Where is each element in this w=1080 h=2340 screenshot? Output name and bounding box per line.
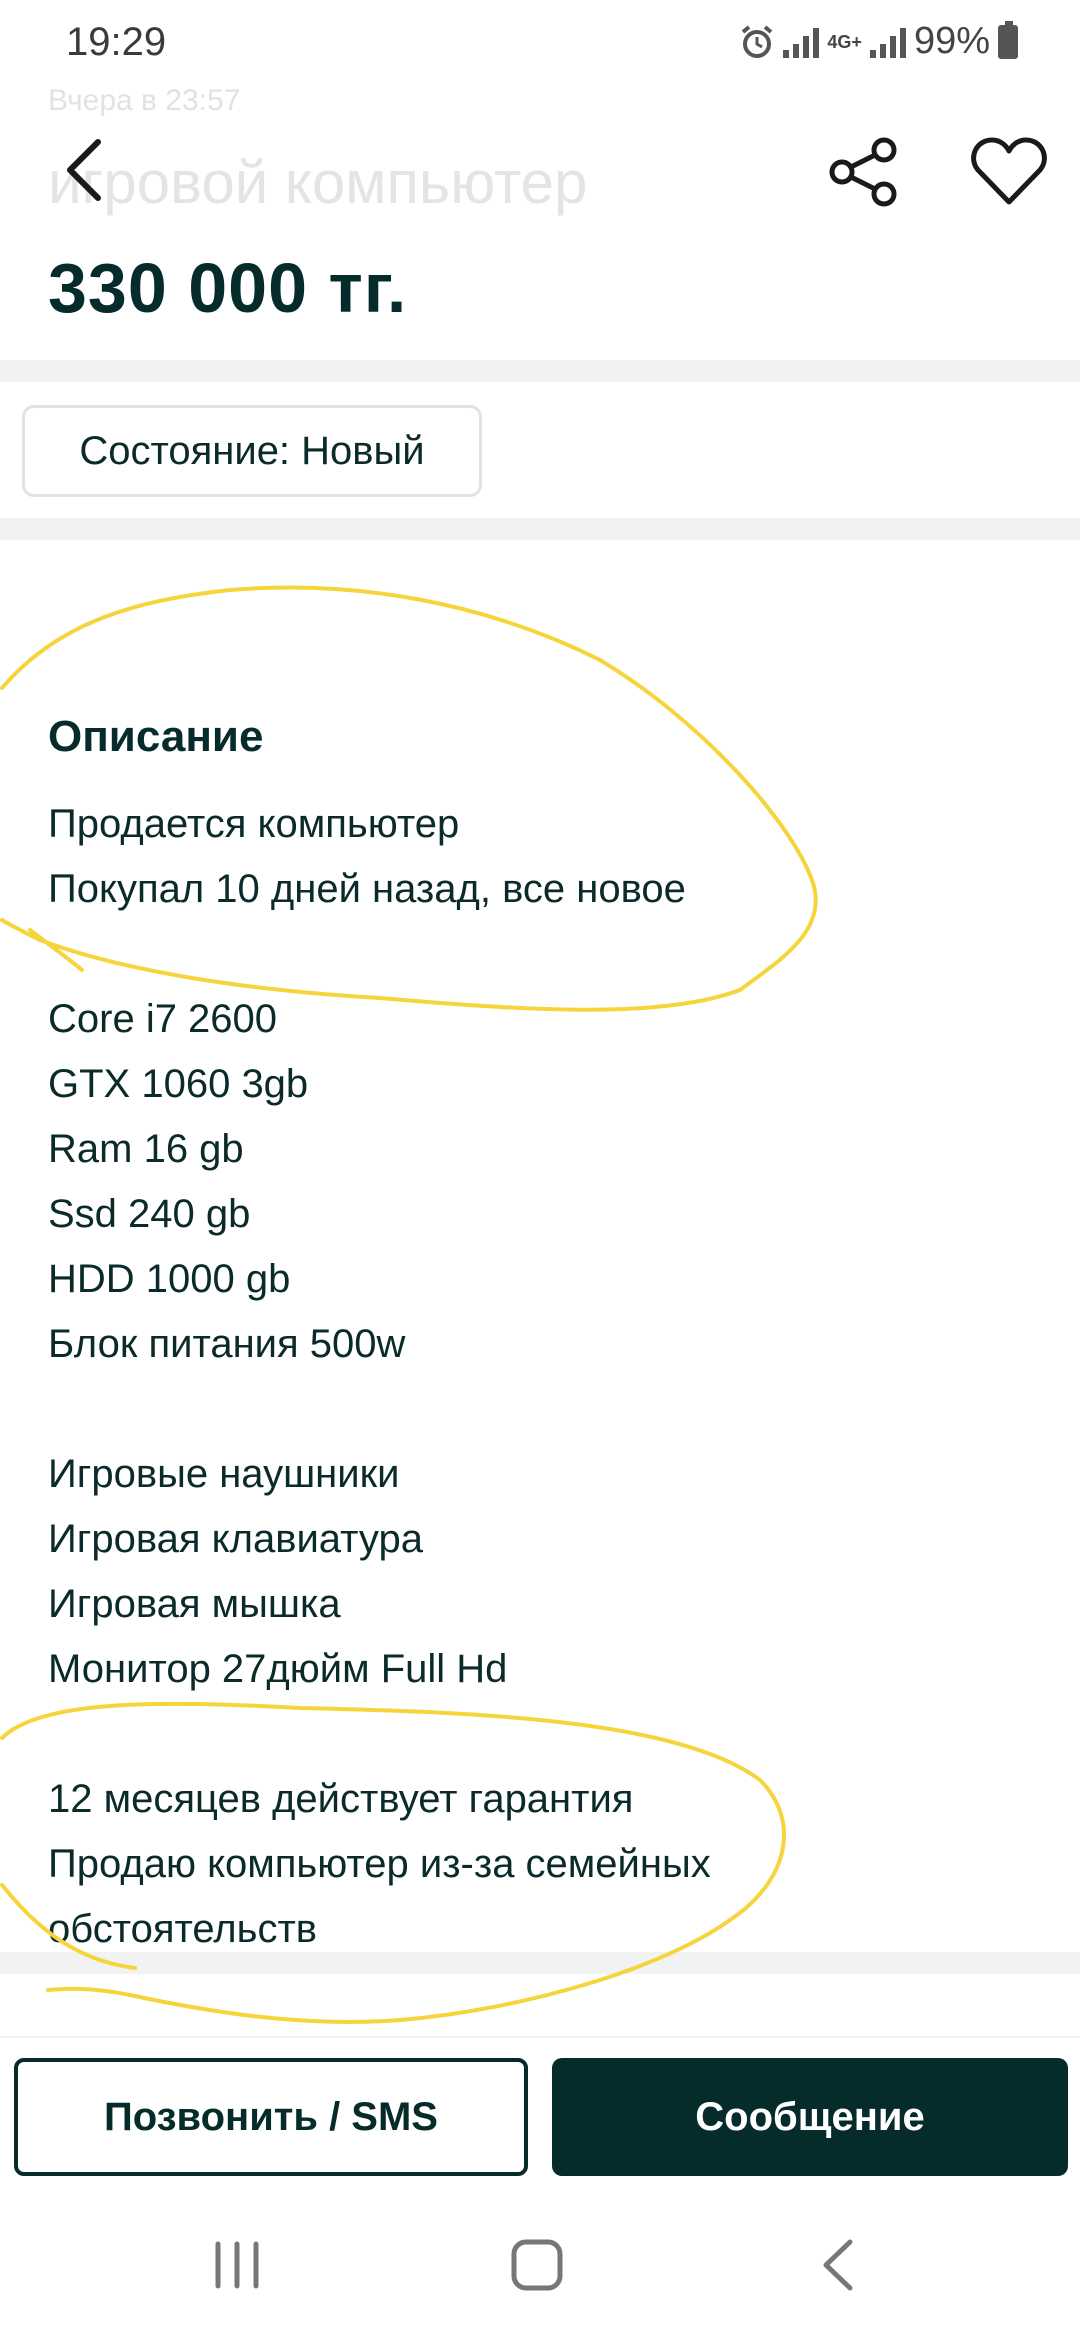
listing-date: Вчера в 23:57 xyxy=(48,84,241,117)
description-line: Игровая мышка xyxy=(48,1582,341,1626)
battery-icon xyxy=(998,20,1018,59)
home-icon[interactable] xyxy=(510,2238,564,2292)
description-line xyxy=(48,1377,1028,1442)
description-line: GTX 1060 3gb xyxy=(48,1062,309,1106)
listing-title: игровой компьютер xyxy=(48,149,588,216)
network-type: 4G+ xyxy=(827,31,862,52)
description-line xyxy=(48,922,1028,987)
description-title: Описание xyxy=(48,712,264,761)
status-bar: 19:29 4G+ 99% xyxy=(0,0,1080,84)
alarm-icon xyxy=(742,24,773,58)
description-line: Продается компьютер xyxy=(48,802,460,846)
status-icons: 4G+ 99% xyxy=(739,20,1018,63)
call-sms-button[interactable]: Позвонить / SMS xyxy=(14,2058,528,2176)
divider xyxy=(0,518,1080,540)
signal-icon xyxy=(783,26,820,58)
recent-apps-icon[interactable] xyxy=(212,2240,262,2290)
divider xyxy=(0,1952,1080,1974)
message-button[interactable]: Сообщение xyxy=(552,2058,1068,2176)
signal-icon-2 xyxy=(869,26,906,58)
description-line: Ram 16 gb xyxy=(48,1127,244,1171)
description-line: Монитор 27дюйм Full Hd xyxy=(48,1647,508,1691)
description-line: Core i7 2600 xyxy=(48,997,278,1041)
heart-icon[interactable] xyxy=(970,136,1048,208)
description-line: Покупал 10 дней назад, все новое xyxy=(48,867,686,911)
description-line: Продаю компьютер из-за семейных xyxy=(48,1842,711,1886)
status-time: 19:29 xyxy=(66,20,167,64)
description-text: Продается компьютер Покупал 10 дней наза… xyxy=(48,792,1028,1962)
back-arrow-icon[interactable] xyxy=(58,130,114,210)
description-line: Игровые наушники xyxy=(48,1452,400,1496)
description-line: HDD 1000 gb xyxy=(48,1257,291,1301)
divider xyxy=(0,360,1080,382)
description-line: 12 месяцев действует гарантия xyxy=(48,1777,634,1821)
price: 330 000 тг. xyxy=(48,249,408,327)
nav-back-icon[interactable] xyxy=(818,2236,858,2294)
description-line: Блок питания 500w xyxy=(48,1322,406,1366)
share-icon[interactable] xyxy=(826,134,902,210)
battery-percent: 99% xyxy=(913,20,990,62)
condition-chip: Состояние: Новый xyxy=(22,405,482,497)
description-line xyxy=(48,1702,1028,1767)
description-line: Ssd 240 gb xyxy=(48,1192,251,1236)
description-line: Игровая клавиатура xyxy=(48,1517,423,1561)
